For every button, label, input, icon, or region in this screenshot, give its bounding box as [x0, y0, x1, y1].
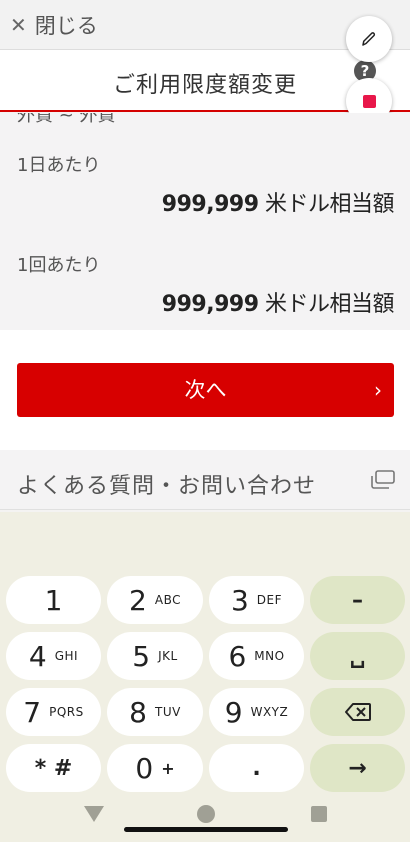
key-0[interactable]: 0 + [107, 744, 203, 792]
plus-label: + [161, 758, 175, 778]
limits-section: 外貨 ~ 外貨 1日あたり 999,999 米ドル相当額 1回あたり 999,9… [0, 113, 410, 330]
key-6-letters: MNO [254, 649, 285, 663]
key-5[interactable]: 5 JKL [107, 632, 203, 680]
external-window-icon [371, 470, 395, 489]
back-icon[interactable] [84, 806, 104, 822]
system-nav-bar [0, 792, 410, 842]
home-icon[interactable] [197, 805, 215, 823]
dot-key[interactable]: . [209, 744, 304, 792]
key-9-letters: WXYZ [250, 705, 289, 719]
key-6[interactable]: 6 MNO [209, 632, 304, 680]
key-9[interactable]: 9 WXYZ [209, 688, 304, 736]
daily-limit-label: 1日あたり [17, 155, 101, 176]
gesture-bar [124, 827, 288, 832]
close-icon: ✕ [10, 13, 27, 37]
star-hash-key[interactable]: * # [6, 744, 101, 792]
key-3-letters: DEF [256, 593, 283, 607]
key-3[interactable]: 3 DEF [209, 576, 304, 624]
backspace-icon [344, 703, 371, 721]
next-button[interactable]: 次へ › [17, 363, 394, 417]
faq-label: よくある質問・お問い合わせ [17, 474, 317, 499]
key-1-digit: 1 [44, 583, 63, 617]
key-2-digit: 2 [129, 583, 147, 617]
key-8-letters: TUV [155, 705, 181, 719]
key-4-letters: GHI [54, 649, 79, 663]
star-hash-label: * # [34, 755, 73, 781]
close-button[interactable]: ✕ 閉じる [10, 10, 98, 40]
pencil-icon [362, 32, 376, 46]
next-area: 次へ › [0, 330, 410, 450]
per-transaction-unit: 米ドル相当額 [258, 292, 395, 317]
key-5-digit: 5 [132, 639, 151, 673]
key-8-digit: 8 [129, 695, 147, 729]
key-4-digit: 4 [28, 639, 47, 673]
key-2[interactable]: 2 ABC [107, 576, 203, 624]
per-transaction-value: 999,999 米ドル相当額 [161, 286, 395, 318]
minus-icon: – [352, 587, 363, 613]
space-key[interactable]: ␣ [310, 632, 405, 680]
dot-label: . [252, 755, 261, 781]
daily-amount: 999,999 [161, 192, 259, 217]
arrow-right-icon: → [348, 755, 367, 781]
key-0-digit: 0 [135, 751, 154, 785]
minus-key[interactable]: – [310, 576, 405, 624]
enter-key[interactable]: → [310, 744, 405, 792]
numeric-keyboard: 1 2 ABC 3 DEF – 4 GHI 5 JKL 6 MNO ␣ 7 PQRS 8 TU… [0, 512, 410, 842]
key-7[interactable]: 7 PQRS [6, 688, 101, 736]
key-2-letters: ABC [154, 593, 181, 607]
key-5-letters: JKL [158, 649, 178, 663]
per-transaction-amount: 999,999 [161, 292, 259, 317]
next-label: 次へ [184, 378, 227, 402]
close-label: 閉じる [34, 14, 98, 38]
faq-link[interactable]: よくある質問・お問い合わせ [0, 450, 410, 510]
per-transaction-label: 1回あたり [17, 255, 101, 276]
daily-limit-value: 999,999 米ドル相当額 [161, 186, 395, 218]
key-4[interactable]: 4 GHI [6, 632, 101, 680]
stop-icon [362, 94, 376, 108]
space-icon: ␣ [349, 643, 366, 669]
key-9-digit: 9 [224, 695, 243, 729]
edit-button[interactable] [346, 16, 392, 62]
key-8[interactable]: 8 TUV [107, 688, 203, 736]
key-3-digit: 3 [230, 583, 249, 617]
recent-apps-icon[interactable] [311, 806, 327, 822]
key-1[interactable]: 1 [6, 576, 101, 624]
chevron-right-icon: › [374, 378, 382, 402]
key-7-letters: PQRS [49, 705, 84, 719]
backspace-key[interactable] [310, 688, 405, 736]
key-7-digit: 7 [23, 695, 42, 729]
currency-range-text: 外貨 ~ 外貨 [17, 113, 116, 126]
key-6-digit: 6 [228, 639, 247, 673]
daily-unit: 米ドル相当額 [258, 192, 395, 217]
